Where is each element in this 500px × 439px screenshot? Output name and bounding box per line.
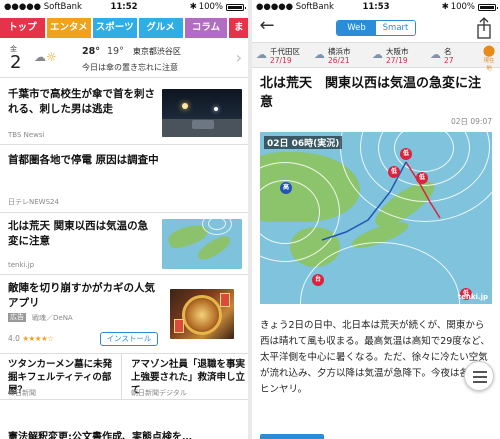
day-number: 2: [10, 52, 22, 73]
battery-percent: 100%: [450, 2, 475, 12]
news-title: 千葉市で高校生が傘で首を刺される、刺した男は逃走: [8, 88, 155, 115]
city-temps: 26/21: [328, 56, 350, 65]
status-right: ✱ 100%: [441, 0, 498, 14]
ad-badge: 広告: [8, 313, 26, 322]
news-thumbnail: [162, 219, 242, 269]
ad-item[interactable]: 敵陣を切り崩すかがカギの人気アプリ 広告 戦魂／DeNA 4.0 ★★★★☆ イ…: [0, 275, 248, 354]
city-temps: 27/19: [270, 56, 292, 65]
weather-widget[interactable]: 金 2 ☁☼ 28° 19° 東京都渋谷区 今日は傘の置き忘れに注意 ›: [0, 38, 248, 78]
tab-top[interactable]: トップ: [0, 18, 45, 38]
map-brand: tenki.jp: [457, 293, 488, 301]
cloud-sun-icon: ☁: [372, 48, 383, 61]
weather-icons: ☁☼: [34, 50, 57, 64]
status-right: ✱ 100%: [189, 0, 246, 14]
city-yokohama[interactable]: ☁ 横浜市 26/21: [314, 45, 370, 67]
web-mode-button[interactable]: Web: [337, 21, 376, 35]
news-title: 首都圏各地で停電 原因は調査中: [8, 154, 159, 166]
ad-thumbnail: [170, 289, 234, 339]
high-temp: 28°: [82, 46, 100, 57]
battery-icon: [478, 3, 498, 11]
split-news-row: ツタンカーメン墓に未発掘キフェルティティの部屋？ 毎日新聞 アマゾン社員「退職を…: [0, 354, 248, 400]
weather-fronts: [321, 161, 441, 241]
news-item-blackout[interactable]: 首都圏各地で停電 原因は調査中 日テレNEWS24: [0, 145, 248, 213]
weather-map: 02日 06時(実況) 低 低 低 高 台 低 tenki.jp: [260, 132, 492, 304]
menu-icon-line: [473, 381, 487, 383]
typhoon-marker: 台: [312, 274, 324, 286]
high-pressure-marker: 高: [280, 182, 292, 194]
article-date: 02日 09:07: [450, 117, 492, 126]
cloud-sun-icon: ☁: [430, 48, 441, 61]
city-temps: 27: [444, 56, 454, 65]
sun-icon: ☼: [46, 50, 57, 64]
back-arrow-icon[interactable]: ←: [256, 16, 278, 38]
menu-icon-line: [473, 371, 487, 373]
weather-temps: 28° 19° 東京都渋谷区: [82, 46, 181, 57]
tab-more[interactable]: ま: [229, 18, 248, 38]
news-item-amazon[interactable]: アマゾン社員「退職を事実上強要された」救済申し立て 朝日新聞デジタル: [123, 354, 248, 400]
low-pressure-marker: 低: [400, 148, 412, 160]
weather-location: 東京都渋谷区: [132, 47, 181, 56]
map-time-label: 02日 06時(実況): [264, 136, 343, 149]
article-body: きょう2日の日中、北日本は荒天が続くが、関東から西は晴れて風も収まる。最高気温は…: [260, 320, 490, 395]
ad-maker: 戦魂／DeNA: [32, 314, 73, 322]
weather-note: 今日は傘の置き忘れに注意: [82, 63, 178, 72]
news-item-weather[interactable]: 北は荒天 関東以西は気温の急変に注意 tenki.jp: [0, 213, 248, 275]
cloud-icon: ☁: [34, 50, 46, 64]
news-source: 日テレNEWS24: [8, 198, 59, 206]
app-rating: 4.0 ★★★★☆: [8, 334, 54, 343]
news-item-cut[interactable]: 憲法解釈変更:公文書作成、実態点検を…: [8, 428, 192, 439]
tab-sports[interactable]: スポーツ: [92, 18, 137, 38]
menu-icon-line: [473, 376, 487, 378]
smart-mode-button[interactable]: Smart: [376, 21, 415, 35]
news-item-stabbing[interactable]: 千葉市で高校生が傘で首を刺される、刺した男は逃走 TBS Newsi: [0, 79, 248, 145]
view-mode-toggle: Web Smart: [336, 20, 416, 36]
rating-stars: ★★★★☆: [22, 334, 54, 343]
news-item-tutankhamun[interactable]: ツタンカーメン墓に未発掘キフェルティティの部屋？ 毎日新聞: [0, 354, 122, 400]
rating-value: 4.0: [8, 334, 20, 343]
bottom-action-button[interactable]: [260, 434, 324, 439]
status-bar: ●●●●● SoftBank 11:53 ✱ 100%: [252, 0, 500, 14]
news-source: 毎日新聞: [8, 389, 36, 397]
city-osaka[interactable]: ☁ 大阪市 27/19: [372, 45, 428, 67]
article-title: 北は荒天 関東以西は気温の急変に注意: [260, 76, 482, 110]
current-location-button[interactable]: ⬤ 現在地: [481, 44, 497, 73]
news-title: 北は荒天 関東以西は気温の急変に注意: [8, 220, 149, 247]
low-pressure-marker: 低: [416, 172, 428, 184]
category-tabs: トップ エンタメ スポーツ グルメ コラム ま: [0, 18, 248, 38]
nav-bar: ← Web Smart: [252, 14, 500, 42]
cloud-sun-icon: ☁: [314, 48, 325, 61]
low-pressure-marker: 低: [388, 166, 400, 178]
news-source: 朝日新聞デジタル: [131, 389, 187, 397]
news-source: tenki.jp: [8, 261, 35, 269]
cloud-sun-icon: ☁: [256, 48, 267, 61]
city-chiyoda[interactable]: ☁ 千代田区 27/19: [256, 45, 312, 67]
bluetooth-icon: ✱: [441, 2, 449, 12]
chevron-right-icon[interactable]: ›: [236, 48, 242, 67]
share-icon[interactable]: [474, 17, 494, 39]
city-nagoya[interactable]: ☁ 名 27: [430, 45, 476, 67]
ad-title: 敵陣を切り崩すかがカギの人気アプリ: [8, 282, 155, 309]
current-location-label: 現在地: [483, 58, 495, 72]
battery-percent: 100%: [198, 2, 223, 12]
tab-gourmet[interactable]: グルメ: [138, 18, 183, 38]
tab-column[interactable]: コラム: [184, 18, 228, 38]
bluetooth-icon: ✱: [189, 2, 197, 12]
status-bar: ●●●●● SoftBank 11:52 ✱ 100%: [0, 0, 248, 14]
news-source: TBS Newsi: [8, 131, 45, 139]
install-button[interactable]: インストール: [100, 332, 158, 346]
city-weather-strip: ☁ 千代田区 27/19 ☁ 横浜市 26/21 ☁ 大阪市 27/19 ☁ 名…: [252, 42, 500, 73]
menu-button[interactable]: [464, 361, 494, 391]
right-screen: ●●●●● SoftBank 11:53 ✱ 100% ← Web Smart …: [252, 0, 500, 439]
news-thumbnail: [162, 89, 242, 137]
battery-icon: [226, 3, 246, 11]
location-pin-icon: ⬤: [482, 44, 496, 57]
low-temp: 19°: [107, 46, 124, 57]
tab-entertainment[interactable]: エンタメ: [46, 18, 91, 38]
left-screen: ●●●●● SoftBank 11:52 ✱ 100% トップ エンタメ スポー…: [0, 0, 248, 439]
city-temps: 27/19: [386, 56, 408, 65]
